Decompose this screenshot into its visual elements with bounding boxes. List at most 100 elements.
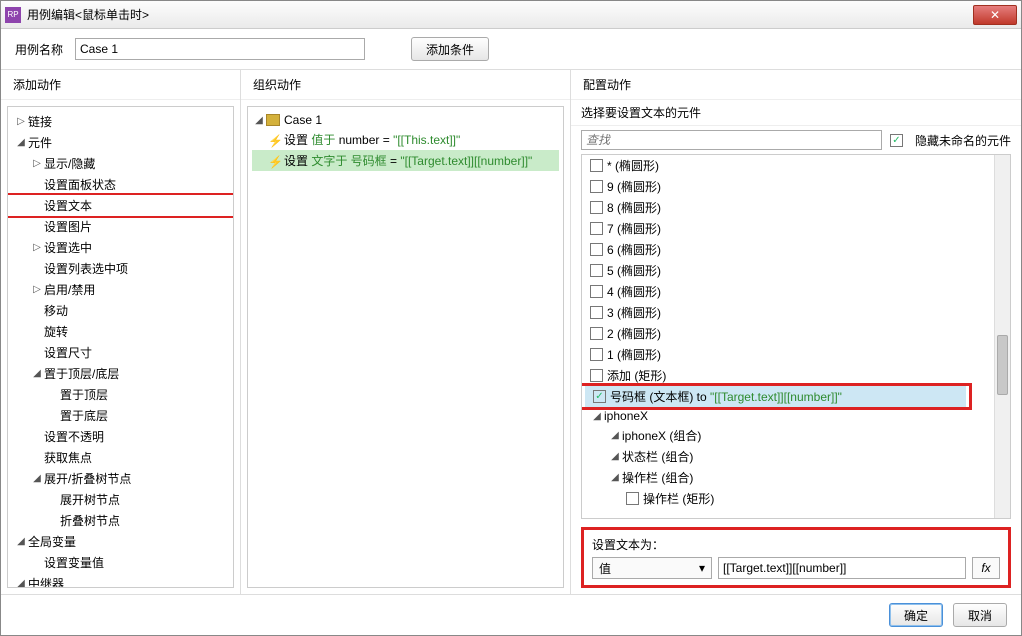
configure-action-panel: 配置动作 选择要设置文本的元件 ✓ 隐藏未命名的元件 * (椭圆形)9 (椭圆形…: [571, 70, 1021, 594]
widget-checkbox[interactable]: [590, 159, 603, 172]
caret-down-icon: ◢: [30, 473, 44, 484]
topbar: 用例名称 添加条件: [1, 29, 1021, 70]
widget-list-item[interactable]: ✓号码框 (文本框) to "[[Target.text]][[number]]…: [585, 386, 966, 407]
widget-checkbox[interactable]: [590, 348, 603, 361]
action-tree-item[interactable]: ◢展开/折叠树节点: [8, 468, 233, 489]
ok-button[interactable]: 确定: [889, 603, 943, 627]
action-tree-item[interactable]: ▷展开树节点: [8, 489, 233, 510]
action-tree-item[interactable]: ▷设置面板状态: [8, 174, 233, 195]
widget-checkbox[interactable]: [590, 201, 603, 214]
action-tree-item[interactable]: ▷设置选中: [8, 237, 233, 258]
tree-item-label: 全局变量: [28, 533, 76, 550]
caret-right-icon: ▷: [14, 116, 28, 127]
widget-list-item[interactable]: 2 (椭圆形): [582, 323, 992, 344]
text-value-input[interactable]: [718, 557, 966, 579]
action-tree-item[interactable]: ▷旋转: [8, 321, 233, 342]
case-name-label: 用例名称: [15, 41, 63, 58]
caret-placeholder: ▷: [30, 179, 44, 190]
case-action-row[interactable]: ⚡设置 文字于 号码框 = "[[Target.text]][[number]]…: [252, 150, 559, 171]
chevron-down-icon: ▾: [699, 561, 705, 575]
widget-list-item[interactable]: 7 (椭圆形): [582, 218, 992, 239]
case-row[interactable]: ◢ Case 1: [252, 111, 559, 129]
action-tree-item[interactable]: ▷设置列表选中项: [8, 258, 233, 279]
action-tree-item[interactable]: ▷设置图片: [8, 216, 233, 237]
widget-checkbox[interactable]: [590, 306, 603, 319]
action-tree-item[interactable]: ▷设置尺寸: [8, 342, 233, 363]
hide-unnamed-checkbox[interactable]: ✓: [890, 134, 903, 147]
add-condition-button[interactable]: 添加条件: [411, 37, 489, 61]
tree-item-label: 中继器: [28, 575, 64, 588]
caret-placeholder: ▷: [46, 515, 60, 526]
widget-checkbox[interactable]: [626, 492, 639, 505]
action-tree-item[interactable]: ▷设置变量值: [8, 552, 233, 573]
tree-item-label: 启用/禁用: [44, 281, 95, 298]
add-action-panel: 添加动作 ▷链接◢元件▷显示/隐藏▷设置面板状态▷设置文本▷设置图片▷设置选中▷…: [1, 70, 241, 594]
widget-checkbox[interactable]: [590, 264, 603, 277]
action-tree-item[interactable]: ▷启用/禁用: [8, 279, 233, 300]
caret-down-icon: ◢: [14, 536, 28, 547]
widget-label: 7 (椭圆形): [607, 220, 661, 237]
action-tree-item[interactable]: ◢全局变量: [8, 531, 233, 552]
select-widget-label: 选择要设置文本的元件: [571, 100, 1021, 126]
widget-list-item[interactable]: 1 (椭圆形): [582, 344, 992, 365]
widget-label: 8 (椭圆形): [607, 199, 661, 216]
scrollbar-thumb[interactable]: [997, 335, 1008, 395]
search-input[interactable]: [581, 130, 882, 150]
action-tree-item[interactable]: ◢中继器: [8, 573, 233, 588]
action-tree-item[interactable]: ▷链接: [8, 111, 233, 132]
widget-list-item[interactable]: 8 (椭圆形): [582, 197, 992, 218]
tree-item-label: 链接: [28, 113, 52, 130]
action-tree-item[interactable]: ◢元件: [8, 132, 233, 153]
action-tree-item[interactable]: ▷折叠树节点: [8, 510, 233, 531]
widget-list-item[interactable]: ◢状态栏 (组合): [582, 446, 992, 467]
action-tree-item[interactable]: ▷设置不透明: [8, 426, 233, 447]
caret-down-icon: ◢: [608, 430, 622, 441]
action-tree-item[interactable]: ◢置于顶层/底层: [8, 363, 233, 384]
widget-checkbox[interactable]: [590, 243, 603, 256]
cancel-button[interactable]: 取消: [953, 603, 1007, 627]
action-tree-item[interactable]: ▷获取焦点: [8, 447, 233, 468]
case-action-row[interactable]: ⚡设置 值于 number = "[[This.text]]": [252, 129, 559, 150]
widget-list-item[interactable]: ◢iphoneX (组合): [582, 425, 992, 446]
widget-checkbox[interactable]: [590, 180, 603, 193]
organize-action-panel: 组织动作 ◢ Case 1 ⚡设置 值于 number = "[[This.te…: [241, 70, 571, 594]
widget-checkbox[interactable]: [590, 369, 603, 382]
fx-button[interactable]: fx: [972, 557, 1000, 579]
action-tree-item[interactable]: ▷显示/隐藏: [8, 153, 233, 174]
action-tree-item[interactable]: ▷置于顶层: [8, 384, 233, 405]
titlebar: RP 用例编辑<鼠标单击时> ✕: [1, 1, 1021, 29]
widget-list-item[interactable]: 5 (椭圆形): [582, 260, 992, 281]
widget-list-item[interactable]: 3 (椭圆形): [582, 302, 992, 323]
caret-placeholder: ▷: [46, 410, 60, 421]
widget-checkbox[interactable]: [590, 327, 603, 340]
organize-action-header: 组织动作: [241, 70, 570, 100]
widget-list-item[interactable]: 4 (椭圆形): [582, 281, 992, 302]
widget-checkbox[interactable]: ✓: [593, 390, 606, 403]
widget-list-item[interactable]: * (椭圆形): [582, 155, 992, 176]
widget-list-item[interactable]: 操作栏 (矩形): [582, 488, 992, 509]
action-tree-item[interactable]: ▷置于底层: [8, 405, 233, 426]
widget-list-item[interactable]: 6 (椭圆形): [582, 239, 992, 260]
widget-checkbox[interactable]: [590, 222, 603, 235]
widget-list-item[interactable]: 9 (椭圆形): [582, 176, 992, 197]
action-tree-item[interactable]: ▷移动: [8, 300, 233, 321]
close-button[interactable]: ✕: [973, 5, 1017, 25]
tree-item-label: 设置不透明: [44, 428, 104, 445]
tree-item-label: 显示/隐藏: [44, 155, 95, 172]
bolt-icon: ⚡: [268, 155, 280, 167]
tree-item-label: 获取焦点: [44, 449, 92, 466]
action-tree-item[interactable]: ▷设置文本: [7, 193, 234, 218]
folder-icon: [266, 114, 280, 126]
actions-tree[interactable]: ▷链接◢元件▷显示/隐藏▷设置面板状态▷设置文本▷设置图片▷设置选中▷设置列表选…: [7, 106, 234, 588]
caret-placeholder: ▷: [30, 431, 44, 442]
widget-list-item[interactable]: ◢操作栏 (组合): [582, 467, 992, 488]
case-name-input[interactable]: [75, 38, 365, 60]
tree-item-label: 设置图片: [44, 218, 92, 235]
widget-list[interactable]: * (椭圆形)9 (椭圆形) 8 (椭圆形) 7 (椭圆形) 6 (椭圆形)5 (椭圆…: [581, 154, 1011, 519]
widget-list-item[interactable]: ◢iphoneX: [582, 407, 992, 425]
scrollbar-track[interactable]: [994, 155, 1010, 518]
caret-placeholder: ▷: [46, 389, 60, 400]
widget-checkbox[interactable]: [590, 285, 603, 298]
value-type-dropdown[interactable]: 值 ▾: [592, 557, 712, 579]
add-action-header: 添加动作: [1, 70, 240, 100]
